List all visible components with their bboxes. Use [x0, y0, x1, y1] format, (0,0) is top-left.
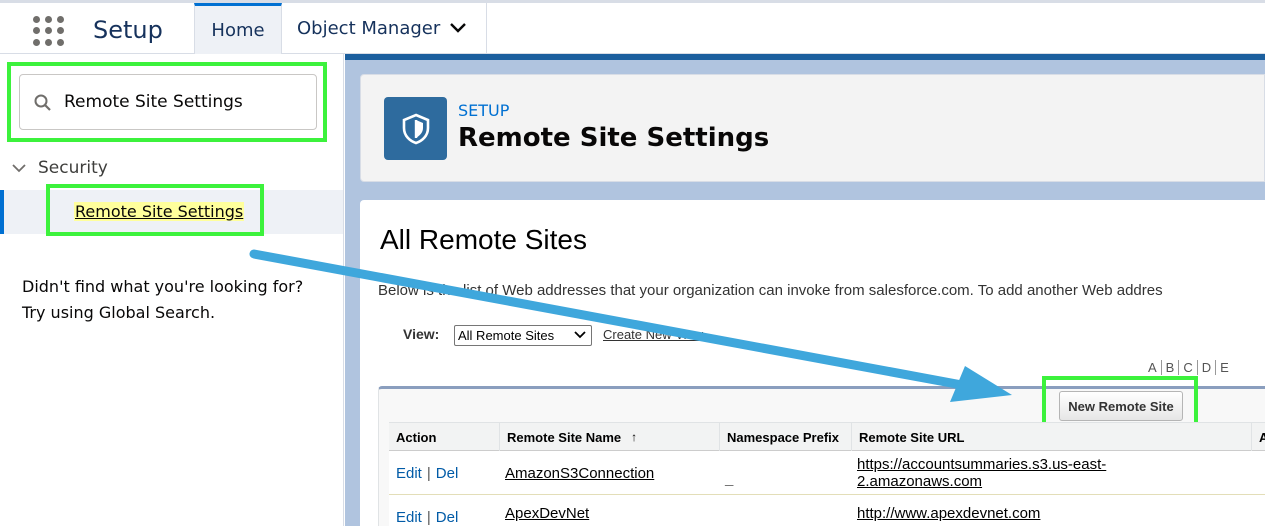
list-description: Below is the list of Web addresses that … — [378, 282, 1163, 299]
tree-item-highlight-box — [46, 184, 264, 236]
delete-link[interactable]: Del — [436, 465, 459, 482]
edit-link[interactable]: Edit — [396, 465, 422, 482]
column-header-name[interactable]: Remote Site Name ↑ — [499, 423, 719, 451]
view-select-value: All Remote Sites — [458, 328, 555, 343]
tab-object-manager[interactable]: Object Manager — [282, 3, 487, 54]
remote-site-url[interactable]: http://www.apexdevnet.com — [857, 491, 1040, 526]
tab-home[interactable]: Home — [194, 3, 282, 54]
column-header-active: A — [1251, 423, 1265, 451]
header-eyebrow: SETUP — [458, 101, 510, 120]
chevron-down-icon[interactable] — [448, 17, 468, 37]
namespace-prefix: _ — [725, 514, 734, 526]
chevron-down-icon — [574, 331, 586, 339]
view-select[interactable]: All Remote Sites — [454, 325, 592, 346]
remote-site-name-link[interactable]: AmazonS3Connection — [505, 451, 654, 495]
alpha-filter-d[interactable]: D — [1198, 360, 1217, 375]
column-header-action: Action — [396, 429, 437, 445]
action-separator: | — [426, 508, 431, 526]
alpha-filter: A B C D E — [1144, 360, 1233, 375]
tree-section-security[interactable]: Security — [12, 158, 108, 178]
help-text: Didn't find what you're looking for? Try… — [22, 274, 303, 326]
search-highlight-box — [7, 62, 327, 142]
url-line-1[interactable]: http://www.apexdevnet.com — [857, 505, 1040, 522]
delete-link[interactable]: Del — [436, 509, 459, 526]
alpha-filter-b[interactable]: B — [1162, 360, 1180, 375]
url-line-2[interactable]: 2.amazonaws.com — [857, 473, 982, 490]
tab-object-manager-label: Object Manager — [297, 18, 441, 39]
alpha-filter-e[interactable]: E — [1216, 360, 1233, 375]
tree-section-label: Security — [38, 158, 108, 178]
help-line-1: Didn't find what you're looking for? — [22, 277, 304, 296]
table-row: Edit | Del AmazonS3Connection _ https://… — [389, 451, 1265, 495]
action-separator: | — [426, 464, 431, 482]
table-row: Edit | Del ApexDevNet _ http://www.apexd… — [389, 495, 1265, 526]
column-header-name-label: Remote Site Name — [507, 429, 622, 445]
list-heading: All Remote Sites — [380, 224, 587, 255]
row-actions: Edit | Del — [396, 451, 458, 495]
remote-site-name-link[interactable]: ApexDevNet — [505, 491, 589, 526]
edit-link[interactable]: Edit — [396, 509, 422, 526]
alpha-filter-c[interactable]: C — [1179, 360, 1198, 375]
sort-ascending-icon: ↑ — [631, 430, 638, 444]
alpha-filter-a[interactable]: A — [1144, 360, 1162, 375]
app-launcher-icon[interactable] — [31, 14, 65, 48]
app-name: Setup — [93, 16, 163, 44]
row-actions: Edit | Del — [396, 495, 458, 526]
create-new-view-link[interactable]: Create New View — [603, 327, 703, 342]
url-line-1[interactable]: https://accountsummaries.s3.us-east- — [857, 456, 1106, 473]
help-line-2: Try using Global Search. — [22, 303, 216, 322]
remote-site-url[interactable]: https://accountsummaries.s3.us-east- 2.a… — [857, 451, 1106, 495]
remote-site-name[interactable]: ApexDevNet — [505, 505, 589, 522]
page-title: Remote Site Settings — [458, 123, 770, 153]
chevron-down-icon[interactable] — [12, 163, 26, 173]
setup-sidebar: Security Remote Site Settings Didn't fin… — [0, 54, 344, 526]
table-header: Action Remote Site Name ↑ Namespace Pref… — [389, 422, 1265, 451]
column-header-namespace: Namespace Prefix — [719, 423, 851, 451]
view-label: View: — [403, 326, 440, 342]
column-header-url: Remote Site URL — [851, 423, 1251, 451]
global-header: Setup Home Object Manager — [0, 0, 1265, 54]
shield-icon — [384, 97, 447, 160]
remote-site-name[interactable]: AmazonS3Connection — [505, 465, 654, 482]
